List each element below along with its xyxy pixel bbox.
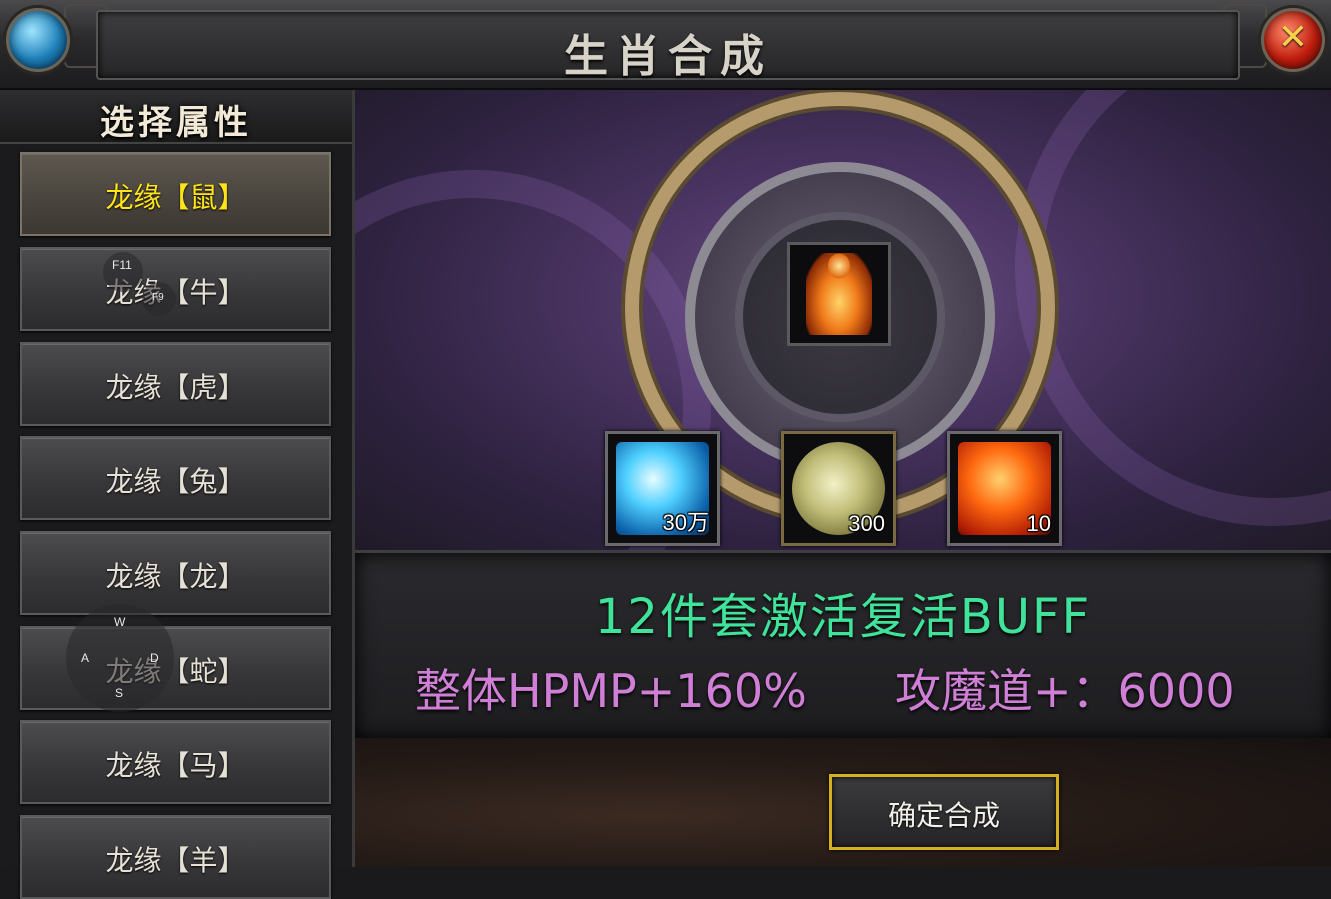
close-x-icon: ✕: [1277, 17, 1309, 58]
zodiac-item-label: 龙缘【虎】: [105, 371, 246, 404]
material-count: 10: [1026, 511, 1051, 536]
confirm-synthesis-button[interactable]: 确定合成: [829, 774, 1059, 850]
joystick-key-d: D: [150, 651, 159, 665]
zodiac-item-label: 龙缘【羊】: [105, 844, 246, 877]
confirm-button-label: 确定合成: [887, 799, 1000, 832]
joystick-key-w: W: [114, 615, 126, 629]
hotkey-f11-label: F11: [112, 258, 132, 272]
synthesis-window: 生肖合成 ✕ 选择属性 龙缘【鼠】 龙缘【牛】 龙缘【虎】 龙缘【兔】 龙缘【龙: [0, 0, 1331, 899]
zodiac-item-label: 龙缘【马】: [105, 749, 246, 782]
swirl-decoration: [1015, 90, 1331, 526]
close-button[interactable]: ✕: [1261, 8, 1325, 72]
zodiac-item-horse[interactable]: 龙缘【马】: [20, 720, 331, 804]
joystick-key-s: S: [115, 686, 124, 700]
zodiac-item-goat[interactable]: 龙缘【羊】: [20, 815, 331, 899]
material-slot-coin[interactable]: 300: [781, 431, 896, 546]
material-count: 30万: [662, 510, 709, 535]
material-slot-diamond[interactable]: 30万: [605, 431, 720, 546]
blue-orb-icon[interactable]: [6, 8, 70, 72]
zodiac-item-rabbit[interactable]: 龙缘【兔】: [20, 436, 331, 520]
title-plate: 生肖合成: [96, 10, 1240, 82]
synthesis-panel: 30万 300 10 12件套激活复活BUFF 整体HPMP+160% 攻魔道+…: [355, 90, 1331, 867]
action-area: 确定合成: [355, 738, 1331, 867]
synthesis-scene: 30万 300 10: [355, 90, 1331, 550]
bonus-info: 12件套激活复活BUFF 整体HPMP+160% 攻魔道+：6000: [355, 550, 1331, 741]
zodiac-item-label: 龙缘【龙】: [105, 560, 246, 593]
attack-bonus-text: 攻魔道+：6000: [895, 664, 1235, 718]
zodiac-item-dragon[interactable]: 龙缘【龙】: [20, 531, 331, 615]
hpmp-bonus-text: 整体HPMP+160%: [415, 664, 807, 718]
title-bar: 生肖合成 ✕: [0, 0, 1331, 90]
attribute-sidebar: 选择属性 龙缘【鼠】 龙缘【牛】 龙缘【虎】 龙缘【兔】 龙缘【龙】 龙缘【蛇】…: [0, 90, 355, 899]
sidebar-title: 选择属性: [100, 103, 252, 143]
material-slot-gem[interactable]: 10: [947, 431, 1062, 546]
sidebar-header: 选择属性: [0, 90, 352, 144]
hotkey-f9-label: F9: [152, 292, 164, 303]
zodiac-item-label: 龙缘【牛】: [105, 276, 246, 309]
zodiac-item-ox[interactable]: 龙缘【牛】: [20, 247, 331, 331]
material-count: 300: [848, 511, 885, 536]
golden-zodiac-rat-figurine-icon: [806, 253, 872, 335]
window-title: 生肖合成: [564, 31, 772, 82]
figurine-head: [828, 253, 850, 279]
joystick-key-a: A: [81, 651, 90, 665]
zodiac-item-rat[interactable]: 龙缘【鼠】: [20, 152, 331, 236]
zodiac-item-label: 龙缘【鼠】: [105, 181, 246, 214]
zodiac-item-label: 龙缘【兔】: [105, 465, 246, 498]
result-item-slot[interactable]: [787, 242, 891, 346]
set-buff-text: 12件套激活复活BUFF: [594, 589, 1092, 645]
zodiac-item-tiger[interactable]: 龙缘【虎】: [20, 342, 331, 426]
